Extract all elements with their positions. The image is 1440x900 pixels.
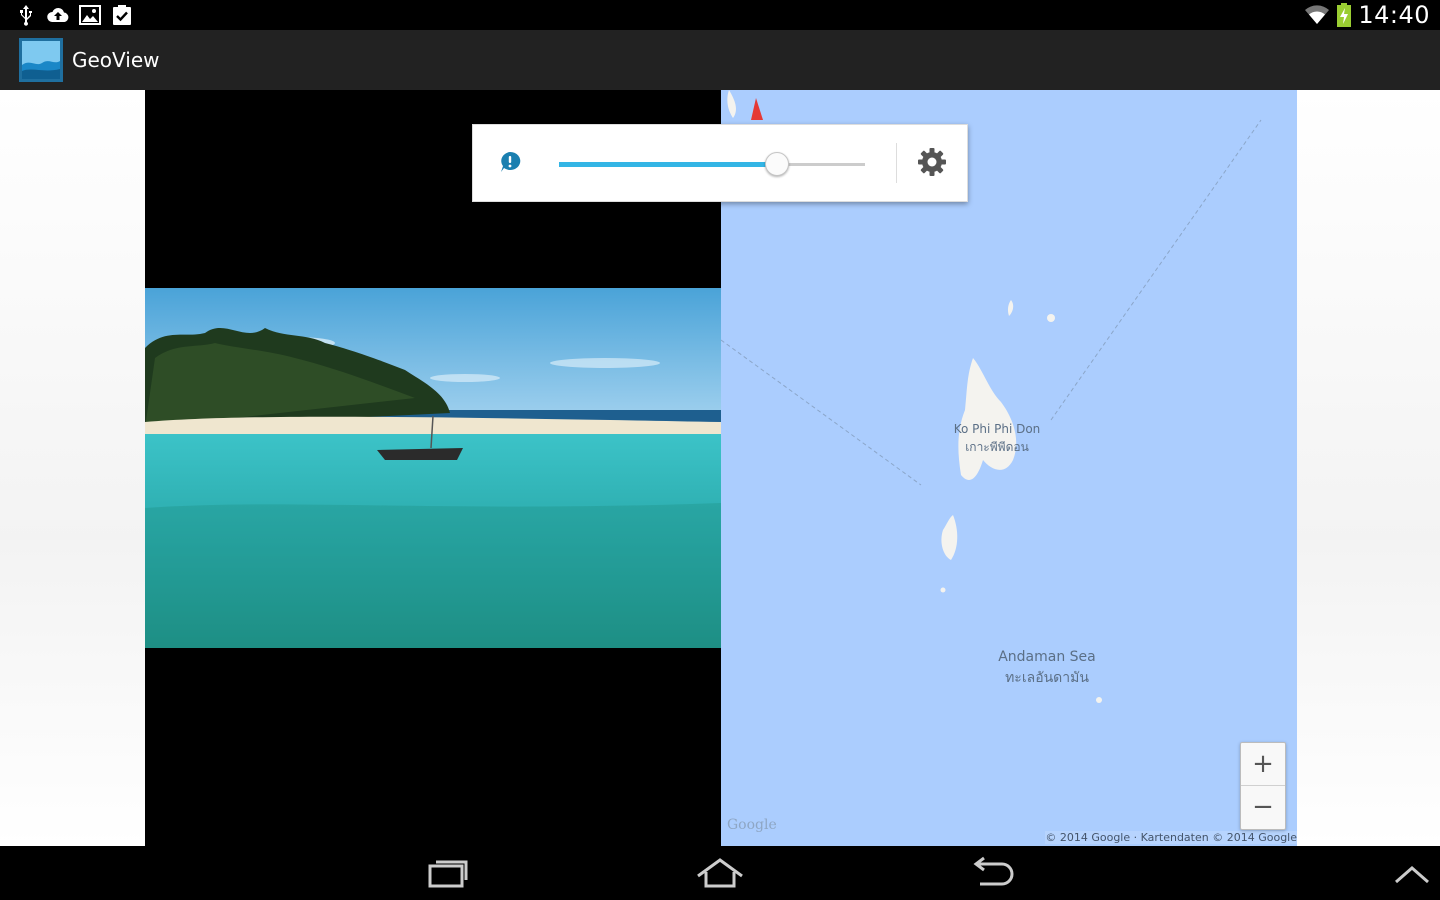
main-content: Ko Phi Phi Don เกาะพีพีดอน Andaman Sea ท… bbox=[0, 90, 1440, 846]
gear-icon[interactable] bbox=[916, 146, 948, 178]
status-notifications bbox=[14, 3, 134, 27]
opacity-slider[interactable] bbox=[559, 152, 865, 176]
map-view[interactable]: Ko Phi Phi Don เกาะพีพีดอน Andaman Sea ท… bbox=[721, 90, 1297, 846]
zoom-out-button[interactable]: − bbox=[1241, 786, 1285, 828]
status-system: 14:40 bbox=[1304, 0, 1430, 30]
gallery-icon[interactable] bbox=[18, 37, 64, 83]
zoom-in-button[interactable]: + bbox=[1241, 743, 1285, 786]
map-copyright[interactable]: © 2014 Google · Kartendaten © 2014 Googl… bbox=[1045, 831, 1297, 844]
menu-icon[interactable] bbox=[1392, 860, 1432, 888]
map-label-ko-phi-phi: Ko Phi Phi Don เกาะพีพีดอน bbox=[943, 420, 1051, 456]
wifi-icon bbox=[1305, 5, 1330, 24]
battery-charging-icon bbox=[1337, 3, 1352, 27]
popup-divider bbox=[896, 143, 897, 183]
map-label-ko-phi-phi-thai: เกาะพีพีดอน bbox=[965, 440, 1029, 454]
status-clock: 14:40 bbox=[1358, 1, 1430, 29]
map-label-andaman-thai: ทะเลอันดามัน bbox=[1005, 670, 1089, 686]
google-logo: Google bbox=[727, 817, 777, 833]
back-icon[interactable] bbox=[964, 856, 1020, 892]
map-canvas[interactable] bbox=[721, 90, 1297, 846]
map-label-andaman-sea: Andaman Sea ทะเลอันดามัน bbox=[981, 647, 1113, 689]
slider-thumb[interactable] bbox=[765, 152, 790, 176]
beach-photo[interactable] bbox=[145, 288, 721, 648]
action-bar: GeoView bbox=[0, 30, 1440, 90]
zoom-controls: + − bbox=[1240, 742, 1286, 830]
info-icon[interactable] bbox=[499, 151, 521, 173]
map-label-andaman-text: Andaman Sea bbox=[998, 649, 1096, 665]
cloud-upload-icon bbox=[47, 7, 69, 22]
clipboard-check-icon bbox=[113, 5, 131, 25]
home-icon[interactable] bbox=[692, 856, 748, 892]
image-icon bbox=[79, 5, 101, 25]
usb-icon bbox=[20, 5, 32, 26]
slider-fill bbox=[559, 162, 777, 167]
opacity-popup bbox=[472, 124, 968, 202]
nav-bar bbox=[0, 846, 1440, 900]
map-label-ko-phi-phi-text: Ko Phi Phi Don bbox=[953, 422, 1041, 436]
status-bar: 14:40 bbox=[0, 0, 1440, 30]
photo-pane[interactable] bbox=[145, 90, 721, 846]
recent-apps-icon[interactable] bbox=[420, 856, 476, 892]
app-title: GeoView bbox=[72, 48, 160, 72]
